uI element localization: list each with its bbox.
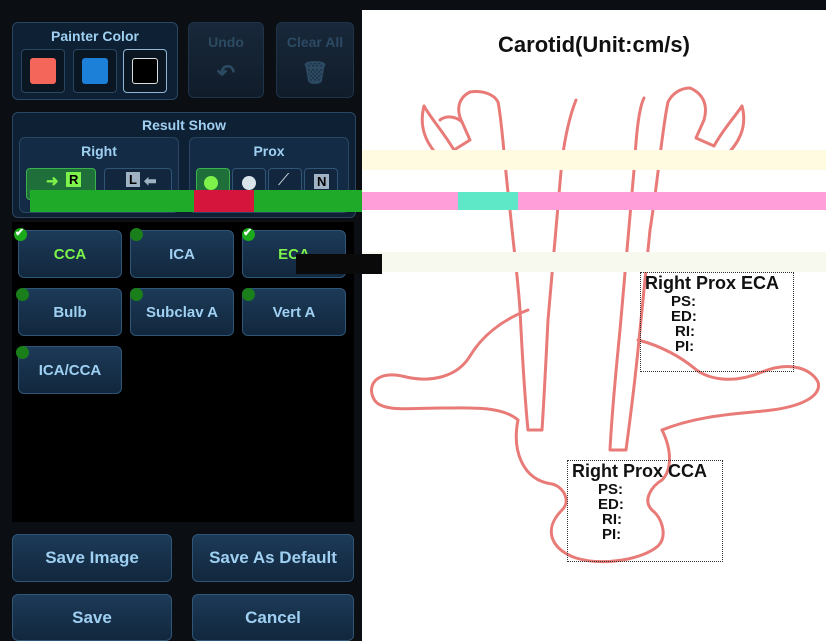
trash-icon: 🗑 — [301, 60, 329, 85]
undo-button[interactable]: Undo ↶ — [188, 22, 264, 98]
glitch-band-light — [362, 252, 826, 272]
vessel-label-ica-cca: ICA/CCA — [38, 361, 102, 379]
color-cell-blue[interactable] — [73, 49, 117, 93]
color-swatch-black — [132, 58, 158, 84]
color-cell-black[interactable] — [123, 49, 167, 93]
cancel-label: Cancel — [245, 607, 301, 627]
position-n-label: N — [314, 174, 330, 189]
arrow-left-icon: ⬅ — [144, 173, 157, 190]
clear-all-label: Clear All — [286, 34, 344, 50]
vessel-button-vert[interactable]: Vert A — [242, 288, 346, 336]
vessel-button-subclav[interactable]: Subclav A — [130, 288, 234, 336]
eca-pi-label: PI: — [675, 338, 695, 355]
cca-result-title: Right Prox CCA — [572, 461, 707, 481]
color-swatch-red — [30, 58, 56, 84]
vessel-label-cca: CCA — [53, 245, 87, 263]
position-circle-icon — [242, 176, 256, 190]
undo-icon: ↶ — [216, 60, 236, 85]
eca-ri-label: RI: — [675, 323, 695, 340]
control-panel: Painter Color Undo ↶ Clear All 🗑 Result … — [0, 0, 362, 641]
result-show-title: Result Show — [141, 117, 226, 133]
painter-color-panel: Painter Color — [12, 22, 178, 100]
vessel-check-cca: ✔ — [14, 227, 27, 241]
clear-all-button[interactable]: Clear All 🗑 — [276, 22, 354, 98]
glitch-band-teal — [458, 192, 518, 210]
glitch-band-red — [194, 190, 254, 212]
carotid-diagram-panel[interactable]: Carotid(Unit:cm/s) Right Prox ECA PS: ED… — [362, 10, 826, 641]
vessel-label-subclav: Subclav A — [146, 303, 218, 321]
glitch-band-dark — [296, 254, 382, 274]
glitch-band-pink — [362, 192, 826, 210]
vessel-button-ica[interactable]: ICA — [130, 230, 234, 278]
cca-result-box: Right Prox CCA PS: ED: RI: PI: — [567, 460, 723, 562]
vessel-dot-ica-cca — [16, 346, 29, 359]
painter-color-title: Painter Color — [51, 28, 139, 44]
save-image-label: Save Image — [45, 548, 139, 567]
vessel-dot-bulb — [16, 288, 29, 301]
vessel-button-ica-cca[interactable]: ICA/CCA — [18, 346, 122, 394]
glitch-band-yellow — [362, 150, 826, 170]
arrow-right-icon: ➜ — [46, 173, 59, 190]
vessel-dot-ica — [130, 228, 143, 241]
position-line-icon: ⟋ — [278, 172, 290, 189]
position-dot-icon — [204, 176, 218, 190]
vessel-check-eca: ✔ — [242, 227, 255, 241]
cca-pi-label: PI: — [602, 526, 622, 543]
vessel-button-bulb[interactable]: Bulb — [18, 288, 122, 336]
vessel-label-bulb: Bulb — [53, 303, 87, 321]
undo-label: Undo — [208, 34, 244, 50]
right-side-label: R — [66, 172, 82, 187]
side-label: Right — [81, 143, 117, 159]
cca-ps-label: PS: — [598, 481, 624, 498]
cancel-button[interactable]: Cancel — [192, 594, 354, 641]
color-swatch-blue — [82, 58, 108, 84]
save-button[interactable]: Save — [12, 594, 172, 641]
cca-ri-label: RI: — [602, 511, 622, 528]
vessel-dot-subclav — [130, 288, 143, 301]
left-side-label: L — [126, 172, 140, 187]
eca-ed-label: ED: — [671, 308, 697, 325]
save-image-button[interactable]: Save Image — [12, 534, 172, 582]
cca-ed-label: ED: — [598, 496, 624, 513]
save-label: Save — [72, 607, 112, 627]
vessel-label-ica: ICA — [169, 245, 195, 263]
vessel-button-cca[interactable]: CCA — [18, 230, 122, 278]
eca-result-title: Right Prox ECA — [645, 273, 780, 293]
eca-ps-label: PS: — [671, 293, 697, 310]
vessel-dot-vert — [242, 288, 255, 301]
vessel-label-vert: Vert A — [272, 303, 316, 321]
color-cell-red[interactable] — [21, 49, 65, 93]
position-label: Prox — [253, 143, 285, 159]
save-as-default-button[interactable]: Save As Default — [192, 534, 354, 582]
eca-result-box: Right Prox ECA PS: ED: RI: PI: — [640, 272, 794, 372]
save-as-default-label: Save As Default — [209, 548, 337, 567]
